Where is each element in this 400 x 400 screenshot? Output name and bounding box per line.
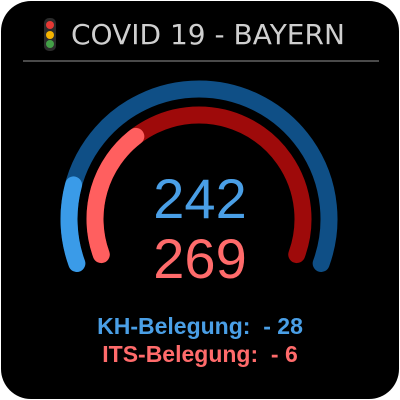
secondary-value: 269 bbox=[153, 227, 247, 290]
its-belegung-text: ITS-Belegung: - 6 bbox=[102, 341, 298, 367]
kh-belegung-text: KH-Belegung: - 28 bbox=[97, 313, 303, 339]
covid-widget: COVID 19 - BAYERN 242 269 KH-Belegung: -… bbox=[1, 1, 399, 399]
primary-value: 242 bbox=[153, 167, 247, 230]
